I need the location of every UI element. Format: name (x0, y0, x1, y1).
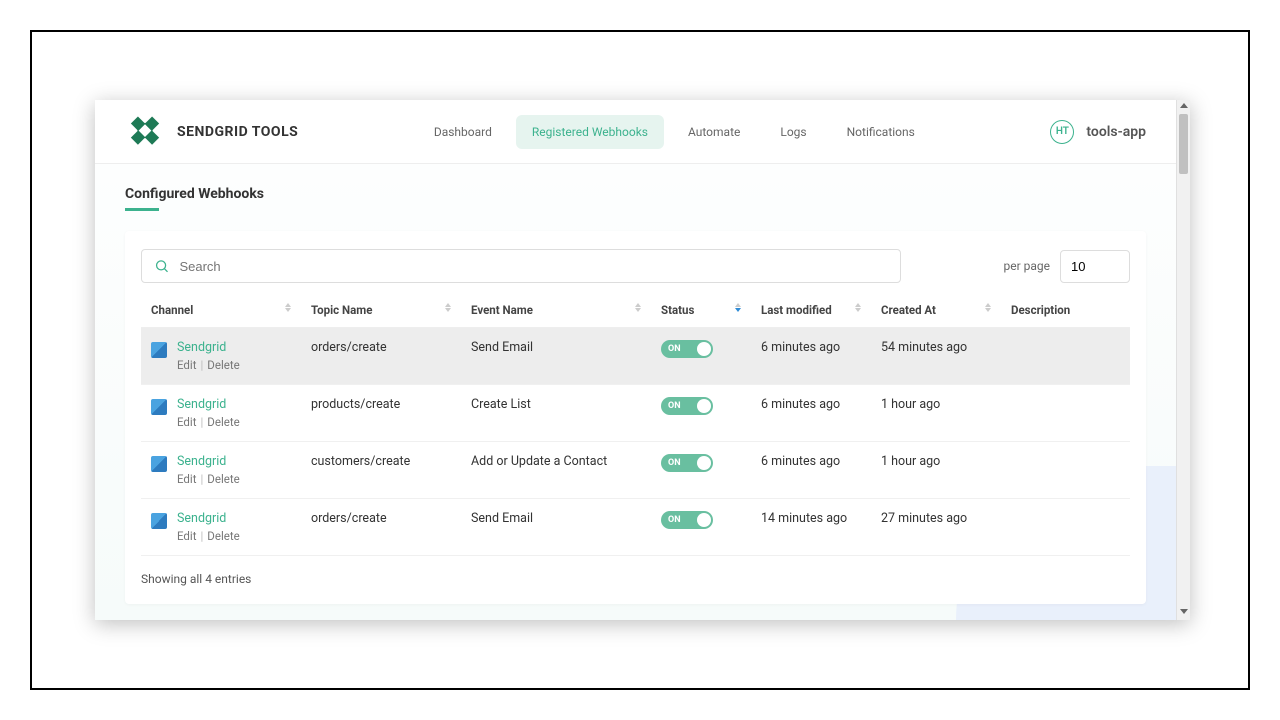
table-row[interactable]: SendgridEdit|Deleteorders/createSend Ema… (141, 499, 1130, 556)
col-created-at[interactable]: Created At (871, 293, 1001, 328)
table-footer-text: Showing all 4 entries (141, 572, 1130, 586)
col-topic-name[interactable]: Topic Name (301, 293, 461, 328)
cell-topic: products/create (301, 385, 461, 442)
channel-link[interactable]: Sendgrid (177, 340, 240, 355)
channel-link[interactable]: Sendgrid (177, 397, 240, 412)
status-toggle[interactable]: ON (661, 511, 713, 529)
cell-description (1001, 442, 1130, 499)
delete-link[interactable]: Delete (207, 529, 239, 543)
user-menu[interactable]: HT tools-app (1050, 120, 1146, 144)
avatar: HT (1050, 120, 1074, 144)
status-toggle[interactable]: ON (661, 397, 713, 415)
table-row[interactable]: SendgridEdit|Deletecustomers/createAdd o… (141, 442, 1130, 499)
sort-icon (985, 303, 991, 312)
channel-icon (151, 456, 167, 472)
status-toggle[interactable]: ON (661, 454, 713, 472)
app-window: SENDGRID TOOLS Dashboard Registered Webh… (95, 100, 1190, 620)
scroll-down-icon[interactable] (1180, 609, 1188, 614)
cell-event: Add or Update a Contact (461, 442, 651, 499)
channel-link[interactable]: Sendgrid (177, 511, 240, 526)
title-underline (125, 208, 159, 211)
webhooks-card: per page Channel Topic Name (125, 231, 1146, 604)
channel-icon (151, 399, 167, 415)
user-name: tools-app (1086, 124, 1146, 140)
brand-logo-icon (125, 112, 165, 152)
edit-link[interactable]: Edit (177, 358, 196, 372)
edit-link[interactable]: Edit (177, 415, 196, 429)
delete-link[interactable]: Delete (207, 415, 239, 429)
col-channel[interactable]: Channel (141, 293, 301, 328)
col-last-modified[interactable]: Last modified (751, 293, 871, 328)
cell-last-modified: 6 minutes ago (751, 328, 871, 385)
page-title: Configured Webhooks (125, 186, 1146, 202)
edit-link[interactable]: Edit (177, 472, 196, 486)
per-page-input[interactable] (1060, 250, 1130, 283)
cell-created-at: 1 hour ago (871, 442, 1001, 499)
search-input[interactable] (179, 259, 888, 274)
cell-last-modified: 6 minutes ago (751, 385, 871, 442)
delete-link[interactable]: Delete (207, 358, 239, 372)
col-event-name[interactable]: Event Name (461, 293, 651, 328)
nav-registered-webhooks[interactable]: Registered Webhooks (516, 115, 664, 149)
edit-link[interactable]: Edit (177, 529, 196, 543)
primary-nav: Dashboard Registered Webhooks Automate L… (298, 115, 1050, 149)
table-row[interactable]: SendgridEdit|Deleteorders/createSend Ema… (141, 328, 1130, 385)
channel-link[interactable]: Sendgrid (177, 454, 240, 469)
cell-created-at: 27 minutes ago (871, 499, 1001, 556)
scroll-up-icon[interactable] (1180, 103, 1188, 108)
cell-description (1001, 328, 1130, 385)
delete-link[interactable]: Delete (207, 472, 239, 486)
vertical-scrollbar[interactable] (1176, 100, 1190, 620)
toggle-knob (697, 513, 711, 527)
nav-dashboard[interactable]: Dashboard (418, 115, 508, 149)
cell-last-modified: 14 minutes ago (751, 499, 871, 556)
scroll-thumb[interactable] (1179, 114, 1188, 174)
sort-icon (735, 303, 741, 312)
toggle-knob (697, 456, 711, 470)
cell-topic: customers/create (301, 442, 461, 499)
cell-created-at: 1 hour ago (871, 385, 1001, 442)
per-page-label: per page (1003, 259, 1050, 273)
toggle-knob (697, 399, 711, 413)
search-icon (154, 258, 169, 274)
search-box[interactable] (141, 249, 901, 283)
toggle-knob (697, 342, 711, 356)
cell-topic: orders/create (301, 328, 461, 385)
cell-topic: orders/create (301, 499, 461, 556)
sort-icon (285, 303, 291, 312)
channel-icon (151, 342, 167, 358)
col-status[interactable]: Status (651, 293, 751, 328)
webhooks-table: Channel Topic Name Event Name (141, 293, 1130, 556)
cell-last-modified: 6 minutes ago (751, 442, 871, 499)
cell-created-at: 54 minutes ago (871, 328, 1001, 385)
nav-notifications[interactable]: Notifications (831, 115, 931, 149)
status-toggle[interactable]: ON (661, 340, 713, 358)
table-row[interactable]: SendgridEdit|Deleteproducts/createCreate… (141, 385, 1130, 442)
channel-icon (151, 513, 167, 529)
cell-description (1001, 499, 1130, 556)
app-header: SENDGRID TOOLS Dashboard Registered Webh… (95, 100, 1176, 164)
col-description[interactable]: Description (1001, 293, 1130, 328)
sort-icon (855, 303, 861, 312)
sort-icon (635, 303, 641, 312)
nav-automate[interactable]: Automate (672, 115, 756, 149)
nav-logs[interactable]: Logs (764, 115, 822, 149)
sort-icon (445, 303, 451, 312)
brand-name: SENDGRID TOOLS (177, 124, 298, 140)
cell-description (1001, 385, 1130, 442)
cell-event: Send Email (461, 328, 651, 385)
cell-event: Send Email (461, 499, 651, 556)
cell-event: Create List (461, 385, 651, 442)
